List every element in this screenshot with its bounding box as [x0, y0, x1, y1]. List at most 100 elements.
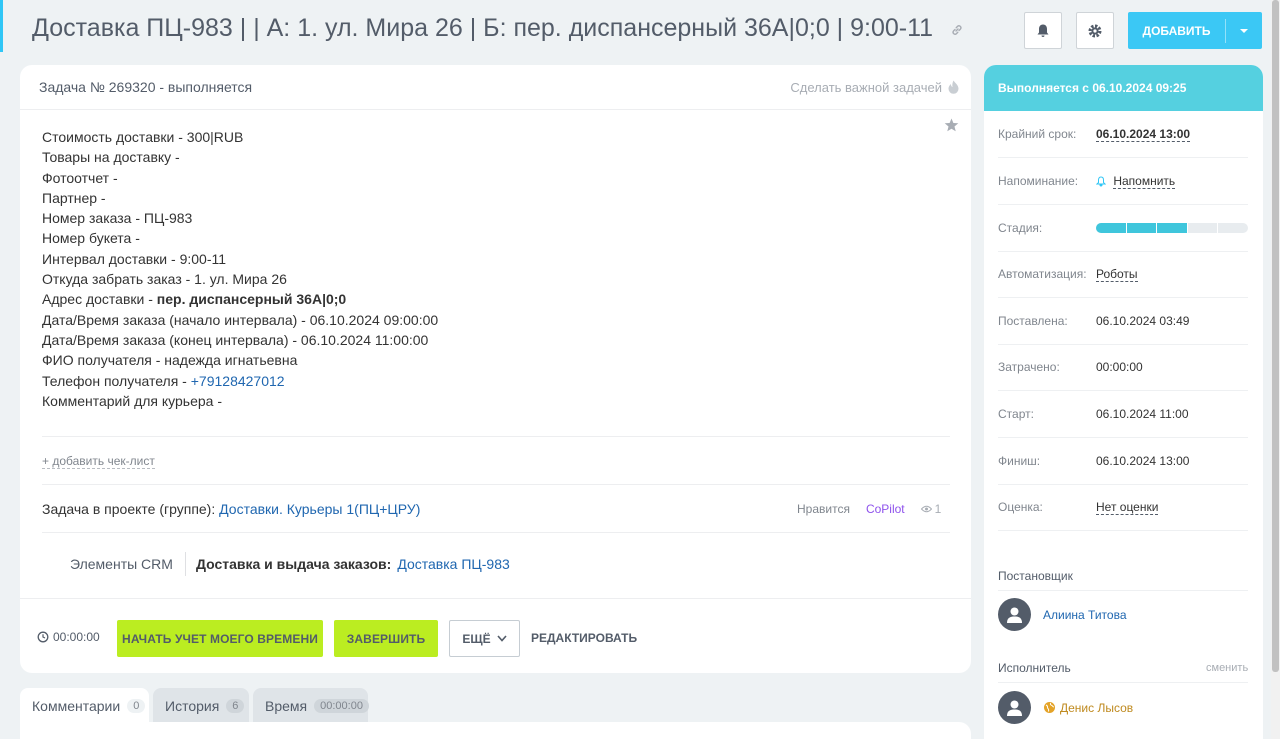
- stage-progress-bar[interactable]: [1096, 223, 1248, 233]
- task-number-status: Задача № 269320 - выполняется: [39, 79, 253, 95]
- stage-separator: [1217, 223, 1218, 233]
- desc-line: Дата/Время заказа (конец интервала) - 06…: [42, 331, 429, 348]
- task-card: Задача № 269320 - выполняется Сделать ва…: [20, 65, 971, 673]
- page-scrollbar[interactable]: [1271, 0, 1280, 739]
- desc-line: Стоимость доставки - 300|RUB: [42, 129, 244, 145]
- assignee-section-label: Исполнитель: [998, 661, 1071, 675]
- tab-comments-label: Комментарии: [32, 698, 121, 714]
- edit-button[interactable]: РЕДАКТИРОВАТЬ: [531, 631, 637, 645]
- desc-line: Товары на доставку -: [42, 149, 180, 166]
- crm-elements-row: Элементы CRM Доставка и выдача заказов: …: [70, 552, 510, 576]
- automation-row: Автоматизация: Роботы: [998, 251, 1248, 298]
- tab-time-count: 00:00:00: [314, 699, 369, 713]
- desc-line: Интервал доставки - 9:00-11: [42, 250, 227, 267]
- more-button[interactable]: ЕЩЁ: [449, 620, 520, 657]
- chevron-down-icon[interactable]: [1226, 28, 1262, 34]
- chevron-down-icon: [497, 635, 507, 642]
- page-title-text: Доставка ПЦ-983 | | А: 1. ул. Мира 26 | …: [32, 14, 934, 42]
- deadline-row: Крайний срок: 06.10.2024 13:00: [998, 111, 1248, 158]
- change-assignee-link[interactable]: сменить: [1206, 662, 1248, 674]
- start-time-tracking-label: НАЧАТЬ УЧЕТ МОЕГО ВРЕМЕНИ: [122, 631, 318, 646]
- stage-label: Стадия:: [998, 221, 1043, 235]
- page-title: Доставка ПЦ-983 | | А: 1. ул. Мира 26 | …: [32, 14, 964, 44]
- divider: [998, 590, 1248, 591]
- crm-deal-link[interactable]: Доставка ПЦ-983: [397, 556, 509, 572]
- copy-link-icon[interactable]: [950, 15, 964, 44]
- copilot-button[interactable]: CoPilot: [866, 502, 905, 516]
- reminder-label: Напоминание:: [998, 174, 1079, 188]
- rating-row: Оценка: Нет оценки: [998, 484, 1248, 531]
- make-important-label: Сделать важной задачей: [790, 79, 942, 95]
- start-label: Старт:: [998, 407, 1034, 421]
- tab-content: [20, 722, 971, 739]
- add-checklist-link[interactable]: + добавить чек-лист: [42, 454, 155, 469]
- desc-line: Комментарий для курьера -: [42, 392, 222, 409]
- deadline-value[interactable]: 06.10.2024 13:00: [1096, 127, 1191, 142]
- avatar: [998, 598, 1031, 631]
- created-label: Поставлена:: [998, 314, 1068, 328]
- add-button[interactable]: ДОБАВИТЬ: [1128, 12, 1262, 49]
- tab-comments[interactable]: Комментарии 0: [20, 688, 149, 724]
- crm-title: Доставка и выдача заказов:: [195, 556, 392, 572]
- like-button[interactable]: Нравится: [797, 502, 850, 516]
- scrollbar-thumb[interactable]: [1272, 0, 1279, 672]
- stage-row: Стадия:: [998, 205, 1248, 252]
- time-spent-row: Затрачено: 00:00:00: [998, 344, 1248, 391]
- rating-value[interactable]: Нет оценки: [1096, 500, 1159, 515]
- task-description: Стоимость доставки - 300|RUB Товары на д…: [42, 127, 438, 411]
- creator-person[interactable]: Алиина Титова: [998, 598, 1127, 631]
- tab-time[interactable]: Время 00:00:00: [253, 688, 369, 724]
- left-accent-bar: [0, 0, 3, 52]
- finish-button[interactable]: ЗАВЕРШИТЬ: [334, 620, 438, 657]
- tab-history[interactable]: История 6: [153, 688, 249, 724]
- creator-name: Алиина Титова: [1043, 607, 1127, 622]
- globe-icon: [1044, 702, 1055, 713]
- start-row: Старт: 06.10.2024 11:00: [998, 391, 1248, 438]
- stage-separator: [1156, 223, 1157, 233]
- divider: [42, 484, 950, 485]
- deadline-label: Крайний срок:: [998, 127, 1077, 141]
- created-row: Поставлена: 06.10.2024 03:49: [998, 298, 1248, 345]
- finish-value: 06.10.2024 13:00: [1096, 454, 1190, 468]
- recipient-phone-link[interactable]: +79128427012: [191, 373, 285, 389]
- stage-progress-fill: [1096, 223, 1188, 233]
- start-time-tracking-button[interactable]: НАЧАТЬ УЧЕТ МОЕГО ВРЕМЕНИ: [117, 620, 323, 657]
- finish-button-label: ЗАВЕРШИТЬ: [346, 631, 426, 646]
- time-spent-value: 00:00:00: [1096, 360, 1143, 374]
- settings-button[interactable]: [1076, 12, 1114, 49]
- divider: [42, 532, 950, 533]
- project-row: Задача в проекте (группе): Доставки. Кур…: [42, 501, 420, 517]
- reminder-button[interactable]: Напомнить: [1096, 174, 1176, 189]
- tab-history-count: 6: [226, 699, 245, 713]
- notifications-button[interactable]: [1024, 12, 1062, 49]
- task-card-header: Задача № 269320 - выполняется Сделать ва…: [20, 65, 971, 110]
- desc-line: Номер букета -: [42, 230, 140, 247]
- crm-label: Элементы CRM: [70, 552, 186, 576]
- assignee-person[interactable]: Денис Лысов: [998, 691, 1133, 724]
- created-value: 06.10.2024 03:49: [1096, 314, 1190, 328]
- star-icon[interactable]: [944, 118, 959, 132]
- tab-time-label: Время: [265, 698, 308, 714]
- flame-icon: [948, 80, 959, 94]
- delivery-address-value: пер. диспансерный 36А|0;0: [156, 291, 347, 308]
- assignee-label-wrap: Денис Лысов: [1043, 701, 1133, 715]
- reminder-row: Напоминание: Напомнить: [998, 158, 1248, 205]
- time-spent-label: Затрачено:: [998, 360, 1060, 374]
- desc-line: Партнер -: [42, 189, 106, 206]
- likes-row: Нравится CoPilot 1: [797, 502, 941, 516]
- views-count: 1: [934, 502, 942, 516]
- bell-icon: [1037, 24, 1049, 37]
- desc-line: Номер заказа - ПЦ-983: [42, 210, 193, 227]
- creator-section-label: Постановщик: [998, 569, 1073, 583]
- bell-icon: [1096, 176, 1106, 187]
- desc-line-phone: Телефон получателя - +79128427012: [42, 372, 285, 389]
- user-icon: [1007, 607, 1022, 623]
- add-button-label: ДОБАВИТЬ: [1142, 23, 1211, 38]
- automation-robots-link[interactable]: Роботы: [1096, 267, 1138, 282]
- make-important-link[interactable]: Сделать важной задачей: [790, 80, 959, 95]
- footer-divider: [20, 598, 971, 599]
- reminder-value: Напомнить: [1113, 174, 1176, 189]
- project-link[interactable]: Доставки. Курьеры 1(ПЦ+ЦРУ): [219, 501, 420, 517]
- timer-value: 00:00:00: [53, 630, 100, 644]
- task-sidebar: Выполняется с 06.10.2024 09:25 Крайний с…: [984, 65, 1263, 739]
